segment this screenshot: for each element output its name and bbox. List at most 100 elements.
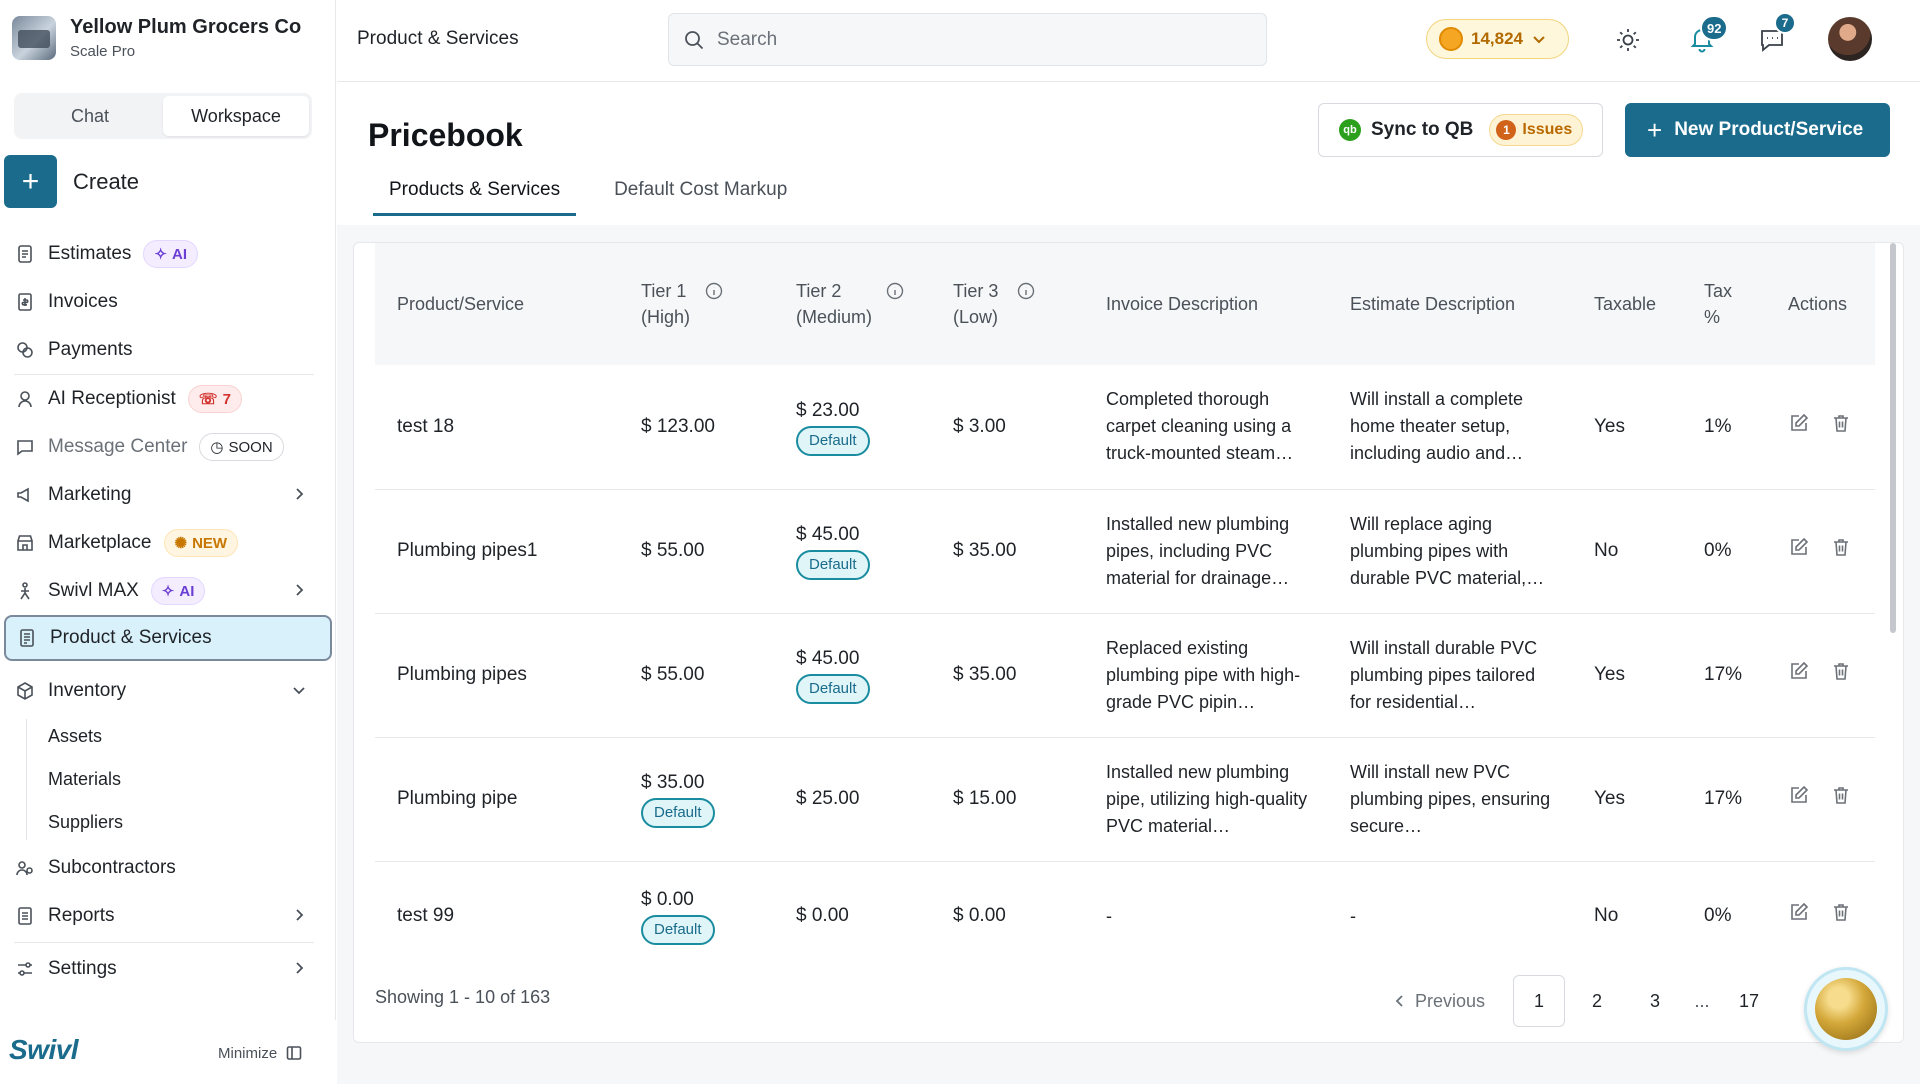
previous-label: Previous [1415, 990, 1486, 1011]
sidebar-item-subcontractors[interactable]: Subcontractors [0, 844, 336, 892]
trash-icon[interactable] [1830, 784, 1852, 806]
document-icon [14, 243, 36, 265]
create-button[interactable]: + Create [4, 155, 139, 208]
new-product-service-button[interactable]: + New Product/Service [1625, 103, 1890, 157]
taxable-value: No [1594, 905, 1619, 926]
table-row[interactable]: test 18 $ 123.00 $ 23.00 Default $ 3.00 C… [375, 365, 1875, 489]
chevron-left-icon [1393, 994, 1407, 1008]
column-header-product[interactable]: Product/Service [375, 243, 619, 365]
tier2-cell: $ 45.00 Default [774, 613, 931, 737]
sidebar-item-invoices[interactable]: Invoices [0, 278, 336, 326]
users-icon [14, 857, 36, 879]
receptionist-icon [14, 388, 36, 410]
sidebar-subitem-materials[interactable]: Materials [0, 758, 336, 801]
page-button-17[interactable]: 17 [1723, 975, 1775, 1027]
page-button-2[interactable]: 2 [1571, 975, 1623, 1027]
actions-cell [1766, 365, 1875, 489]
sidebar-item-payments[interactable]: Payments [0, 326, 336, 374]
sidebar-item-reports[interactable]: Reports [0, 892, 336, 940]
search-bar[interactable] [668, 13, 1267, 66]
previous-page-button[interactable]: Previous [1379, 975, 1499, 1027]
edit-icon[interactable] [1788, 412, 1810, 434]
column-header-tax[interactable]: Tax % [1682, 243, 1766, 365]
user-avatar[interactable] [1828, 17, 1872, 61]
info-icon[interactable] [705, 282, 723, 300]
default-tier-badge: Default [796, 550, 870, 580]
table-row[interactable]: Plumbing pipe $ 35.00 Default $ 25.00 $ 1… [375, 737, 1875, 861]
org-switcher[interactable]: Yellow Plum Grocers Co Scale Pro [12, 16, 301, 60]
table-row[interactable]: Plumbing pipes $ 55.00 $ 45.00 Default $ … [375, 613, 1875, 737]
sidebar-nav: Estimates ✧ AI Invoices Payments AI Recep… [0, 230, 336, 993]
person-running-icon [14, 580, 36, 602]
column-header-tier3[interactable]: Tier 3 (Low) [931, 243, 1084, 365]
sidebar-item-swivl-max[interactable]: Swivl MAX ✧ AI [0, 567, 336, 615]
coins-balance-button[interactable]: 14,824 [1426, 19, 1569, 59]
info-icon[interactable] [886, 282, 904, 300]
sun-icon[interactable] [1613, 25, 1643, 55]
column-header-invoice-description[interactable]: Invoice Description [1084, 243, 1328, 365]
table-scroll-area[interactable]: Product/Service Tier 1 (High) Tier 2 (Me… [354, 243, 1903, 963]
column-header-taxable[interactable]: Taxable [1572, 243, 1682, 365]
tab-chat[interactable]: Chat [17, 96, 163, 136]
product-name[interactable]: Plumbing pipe [375, 737, 619, 861]
tab-default-cost-markup[interactable]: Default Cost Markup [598, 171, 803, 216]
table-row[interactable]: Plumbing pipes1 $ 55.00 $ 45.00 Default $… [375, 489, 1875, 613]
sidebar-subitem-suppliers[interactable]: Suppliers [0, 801, 336, 844]
sidebar-item-product-services[interactable]: Product & Services [4, 615, 332, 661]
tier1-price: $ 123.00 [641, 415, 715, 437]
edit-icon[interactable] [1788, 901, 1810, 923]
edit-icon[interactable] [1788, 660, 1810, 682]
tier3-price: $ 3.00 [953, 415, 1006, 437]
trash-icon[interactable] [1830, 901, 1852, 923]
sidebar: Yellow Plum Grocers Co Scale Pro Chat Wo… [0, 0, 336, 1084]
sidebar-item-ai-receptionist[interactable]: AI Receptionist ☏ 7 [0, 375, 336, 423]
search-input[interactable] [717, 28, 1237, 51]
edit-icon[interactable] [1788, 536, 1810, 558]
column-header-tier1[interactable]: Tier 1 (High) [619, 243, 774, 365]
page-button-3[interactable]: 3 [1629, 975, 1681, 1027]
default-tier-badge: Default [796, 425, 870, 456]
ai-assistant-button[interactable] [1804, 967, 1888, 1051]
column-header-tier2[interactable]: Tier 2 (Medium) [774, 243, 931, 365]
tab-products-services[interactable]: Products & Services [373, 171, 577, 216]
vertical-scrollbar[interactable] [1890, 243, 1896, 633]
page-button-1[interactable]: 1 [1513, 975, 1566, 1027]
invoice-description-cell: Installed new plumbing pipe, utilizing h… [1084, 737, 1328, 861]
soon-badge: ◷ SOON [199, 433, 284, 461]
issues-badge[interactable]: 1 Issues [1489, 114, 1584, 146]
actions-cell [1766, 737, 1875, 861]
sidebar-subitem-assets[interactable]: Assets [0, 715, 336, 758]
sidebar-item-message-center[interactable]: Message Center ◷ SOON [0, 423, 336, 471]
trash-icon[interactable] [1830, 660, 1852, 682]
clock-icon: ◷ [210, 439, 224, 456]
product-name[interactable]: test 18 [375, 365, 619, 489]
trash-icon[interactable] [1830, 412, 1852, 434]
sidebar-item-label: Message Center [48, 436, 188, 457]
sidebar-item-estimates[interactable]: Estimates ✧ AI [0, 230, 336, 278]
edit-icon[interactable] [1788, 784, 1810, 806]
sidebar-item-label: Swivl MAX [48, 580, 139, 601]
product-name[interactable]: test 99 [375, 861, 619, 963]
info-icon[interactable] [1017, 282, 1035, 300]
chevron-down-icon [290, 681, 308, 699]
trash-icon[interactable] [1830, 536, 1852, 558]
estimate-description: Will replace aging plumbing pipes with d… [1350, 513, 1545, 588]
sidebar-item-settings[interactable]: Settings [0, 945, 336, 993]
product-name[interactable]: Plumbing pipes [375, 613, 619, 737]
sidebar-item-inventory[interactable]: Inventory [0, 667, 336, 715]
tier2-price: $ 45.00 [796, 648, 860, 669]
new-button-label: New Product/Service [1674, 119, 1864, 140]
sliders-icon [14, 958, 36, 980]
tax-percent: 0% [1704, 905, 1732, 926]
minimize-button[interactable]: Minimize [218, 1044, 303, 1062]
table-row[interactable]: test 99 $ 0.00 Default $ 0.00 $ 0.00 - - … [375, 861, 1875, 963]
sync-to-qb-button[interactable]: qb Sync to QB 1 Issues [1318, 103, 1603, 157]
tab-workspace[interactable]: Workspace [163, 96, 309, 136]
product-name[interactable]: Plumbing pipes1 [375, 489, 619, 613]
tax-percent: 17% [1704, 664, 1743, 685]
sidebar-item-marketplace[interactable]: Marketplace ✺ NEW [0, 519, 336, 567]
sidebar-item-marketing[interactable]: Marketing [0, 471, 336, 519]
chevron-right-icon [290, 906, 308, 924]
new-badge: ✺ NEW [163, 529, 239, 557]
column-header-estimate-description[interactable]: Estimate Description [1328, 243, 1572, 365]
